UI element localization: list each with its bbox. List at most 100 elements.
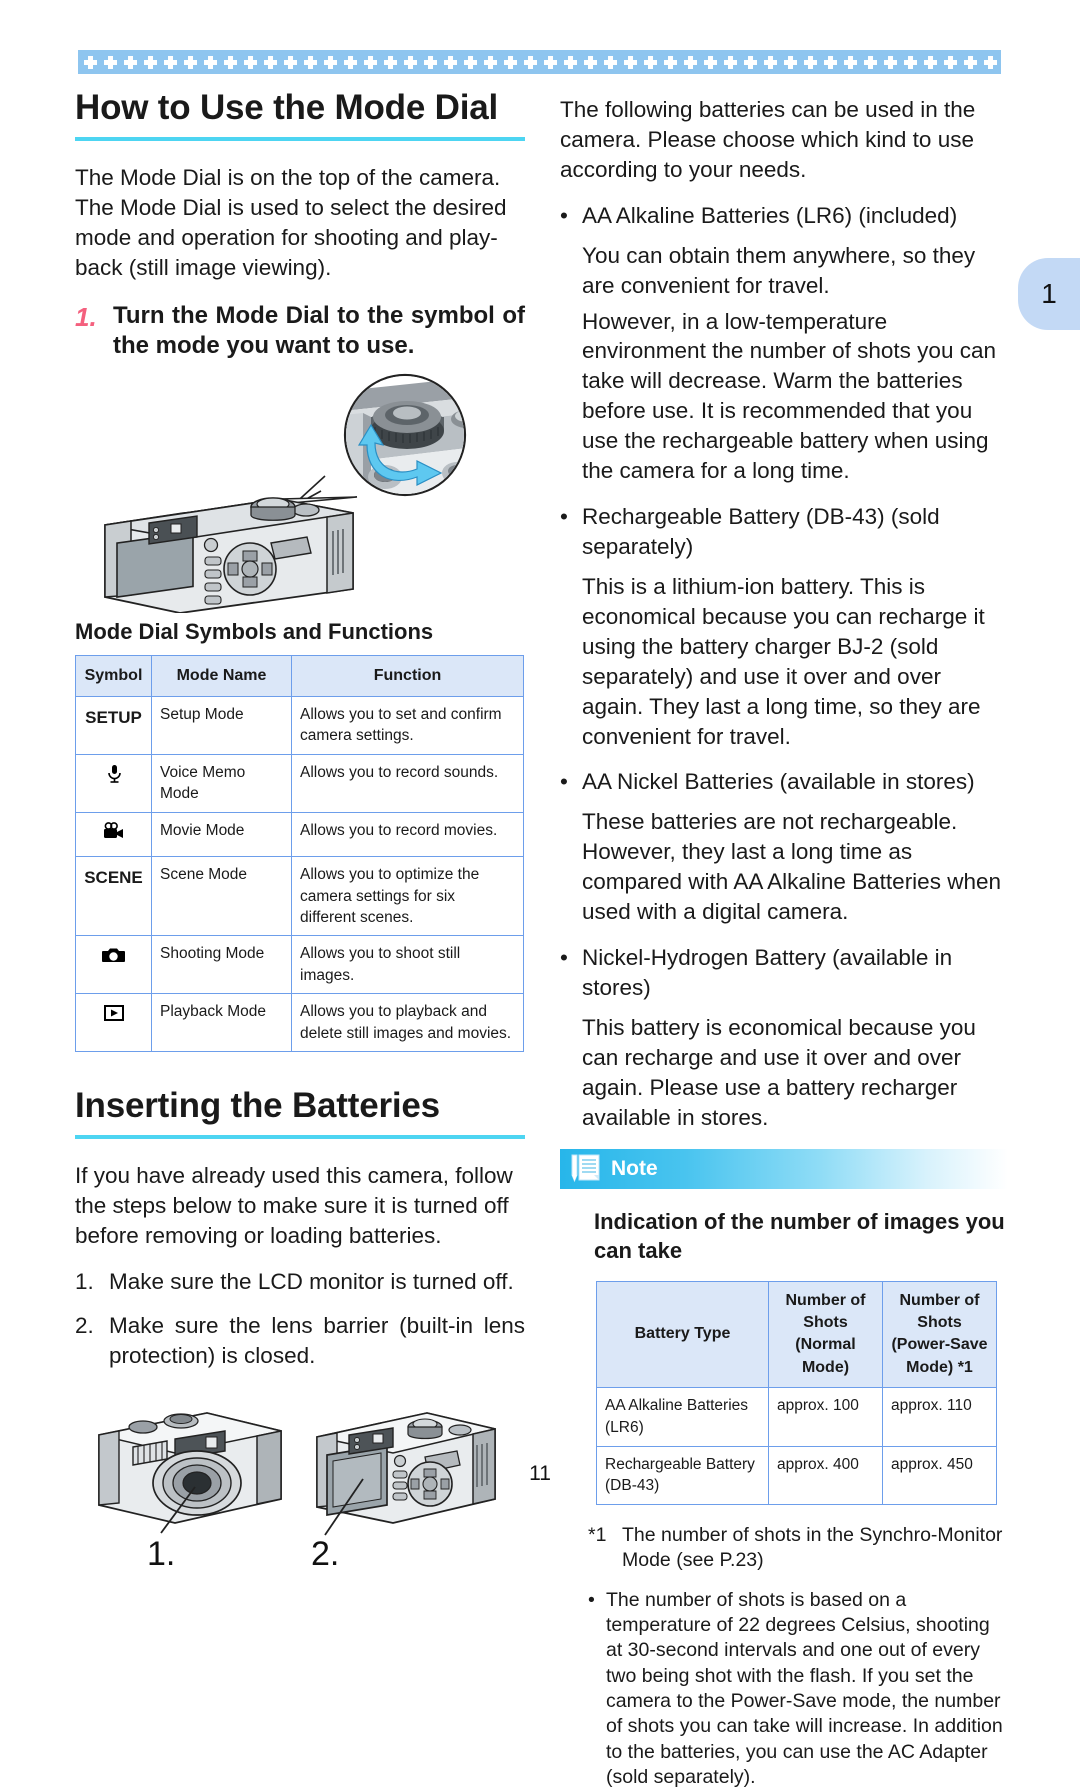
clover-glyph bbox=[104, 55, 117, 69]
numbered-step: 2. Make sure the lens barrier (built-in l… bbox=[75, 1311, 525, 1371]
clover-glyph bbox=[644, 55, 657, 69]
cell-symbol bbox=[75, 811, 152, 858]
numbered-step-number: 2. bbox=[75, 1312, 94, 1338]
battery-bullet-label: AA Nickel Batteries (available in stores… bbox=[582, 769, 975, 795]
intro-paragraph: The Mode Dial is on the top of the camer… bbox=[75, 165, 507, 281]
battery-bullet-body: These batteries are not rechargeable. Ho… bbox=[582, 809, 1001, 925]
clover-glyph bbox=[384, 55, 397, 69]
table-row: Shooting Mode Allows you to shoot still i… bbox=[75, 935, 524, 995]
right-column: The following batteries can be used in t… bbox=[560, 95, 1008, 1790]
numbered-step-number: 1. bbox=[75, 1268, 94, 1294]
cell-mode-name: Setup Mode bbox=[151, 696, 292, 755]
figure-label-2: 2. bbox=[311, 1535, 339, 1573]
clover-glyph bbox=[864, 55, 877, 69]
page-title-2: Inserting the Batteries bbox=[75, 1085, 440, 1125]
clover-glyph bbox=[924, 55, 937, 69]
clover-glyph bbox=[444, 55, 457, 69]
clover-glyph bbox=[204, 55, 217, 69]
col-header-mode-name: Mode Name bbox=[151, 654, 292, 698]
col-header-function: Function bbox=[291, 654, 524, 698]
clover-glyph bbox=[584, 55, 597, 69]
cell-shots-normal: approx. 100 bbox=[768, 1387, 883, 1447]
clover-glyph bbox=[304, 55, 317, 69]
col-header-symbol: Symbol bbox=[75, 654, 152, 698]
page-number: 11 bbox=[529, 1462, 551, 1485]
battery-bullet-body: However, in a low-temperature environmen… bbox=[582, 308, 996, 484]
clover-glyph bbox=[884, 55, 897, 69]
left-column: How to Use the Mode Dial The Mode Dial i… bbox=[75, 88, 525, 1573]
clover-glyph bbox=[364, 55, 377, 69]
page-title: How to Use the Mode Dial bbox=[75, 88, 499, 127]
decorative-top-band bbox=[78, 50, 1001, 74]
clover-glyph bbox=[84, 55, 97, 69]
battery-bullet: • Nickel-Hydrogen Battery (available in s… bbox=[560, 943, 1008, 1003]
clover-glyph bbox=[764, 55, 777, 69]
step-1: 1. Turn the Mode Dial to the symbol of t… bbox=[75, 301, 525, 361]
cell-function: Allows you to shoot still images. bbox=[291, 935, 524, 995]
clover-glyph bbox=[944, 55, 957, 69]
table-row: SCENE Scene Mode Allows you to optimize th… bbox=[75, 856, 524, 937]
battery-bullet: • Rechargeable Battery (DB-43) (sold sepa… bbox=[560, 502, 1008, 562]
clover-glyph bbox=[284, 55, 297, 69]
cell-symbol bbox=[75, 935, 152, 995]
cell-function: Allows you to record movies. bbox=[291, 811, 524, 858]
step-text: Turn the Mode Dial to the symbol of the … bbox=[113, 301, 525, 359]
cell-mode-name: Shooting Mode bbox=[151, 935, 292, 995]
numbered-step: 1. Make sure the LCD monitor is turned of… bbox=[75, 1267, 525, 1297]
symbol-text: SETUP bbox=[85, 708, 142, 728]
cell-mode-name: Movie Mode bbox=[151, 811, 292, 858]
cell-shots-power-save: approx. 110 bbox=[882, 1387, 997, 1447]
note-paper-pencil-icon bbox=[571, 1154, 600, 1182]
clover-glyph bbox=[404, 55, 417, 69]
clover-glyph bbox=[464, 55, 477, 69]
chapter-tab: 1 bbox=[1018, 258, 1080, 330]
clover-glyph bbox=[684, 55, 697, 69]
clover-glyph bbox=[504, 55, 517, 69]
bullet-dot-icon: • bbox=[560, 504, 568, 530]
cell-mode-name: Scene Mode bbox=[151, 856, 292, 937]
table-row: Voice Memo Mode Allows you to record soun… bbox=[75, 753, 524, 813]
clover-glyph bbox=[144, 55, 157, 69]
col-header-battery-type: Battery Type bbox=[596, 1280, 769, 1389]
cell-function: Allows you to playback and delete still … bbox=[291, 993, 524, 1052]
cell-function: Allows you to record sounds. bbox=[291, 753, 524, 813]
battery-table-header-row: Battery Type Number of Shots (Normal Mod… bbox=[596, 1280, 997, 1389]
note-bullet-mark: • bbox=[588, 1588, 595, 1611]
clover-glyph bbox=[904, 55, 917, 69]
clover-glyph bbox=[484, 55, 497, 69]
clover-glyph bbox=[704, 55, 717, 69]
table-row: Movie Mode Allows you to record movies. bbox=[75, 811, 524, 858]
battery-bullet-body: This is a lithium-ion battery. This is e… bbox=[582, 573, 985, 749]
clover-glyph bbox=[784, 55, 797, 69]
cell-function: Allows you to set and confirm camera set… bbox=[291, 696, 524, 755]
col-header-shots-power-save: Number of Shots (Power-Save Mode) *1 bbox=[882, 1280, 997, 1389]
clover-glyph bbox=[544, 55, 557, 69]
note-bullet: • The number of shots is based on a temp… bbox=[560, 1588, 1008, 1790]
clover-glyph bbox=[844, 55, 857, 69]
footnote-mark: *1 bbox=[588, 1523, 607, 1546]
cell-battery-type: AA Alkaline Batteries (LR6) bbox=[596, 1387, 769, 1447]
table-heading: Mode Dial Symbols and Functions bbox=[75, 618, 434, 644]
insert-steps-list: 1. Make sure the LCD monitor is turned of… bbox=[75, 1267, 525, 1371]
battery-bullet-label: Rechargeable Battery (DB-43) (sold separ… bbox=[582, 504, 940, 559]
playback-icon bbox=[103, 1005, 124, 1022]
clover-glyph bbox=[824, 55, 837, 69]
numbered-step-text: Make sure the lens barrier (built-in len… bbox=[109, 1312, 525, 1368]
note-bullet-text: The number of shots is based on a temper… bbox=[606, 1588, 1003, 1789]
mode-dial-illustration bbox=[104, 373, 467, 613]
title-underline-2 bbox=[75, 1135, 525, 1140]
note-title: Indication of the number of images you c… bbox=[594, 1208, 1005, 1263]
cell-symbol: SETUP bbox=[75, 696, 152, 755]
clover-glyph bbox=[964, 55, 977, 69]
step-number: 1. bbox=[75, 301, 97, 332]
mode-dial-figure bbox=[75, 373, 525, 613]
clover-glyph bbox=[164, 55, 177, 69]
footnote-text: The number of shots in the Synchro-Monit… bbox=[622, 1523, 1003, 1572]
clover-glyph bbox=[604, 55, 617, 69]
cell-symbol: SCENE bbox=[75, 856, 152, 937]
col-header-shots-normal: Number of Shots (Normal Mode) bbox=[768, 1280, 883, 1389]
battery-bullet: • AA Nickel Batteries (available in store… bbox=[560, 767, 1008, 797]
battery-intro: The following batteries can be used in t… bbox=[560, 97, 976, 182]
clover-glyph bbox=[524, 55, 537, 69]
figure-label-1: 1. bbox=[147, 1535, 175, 1573]
